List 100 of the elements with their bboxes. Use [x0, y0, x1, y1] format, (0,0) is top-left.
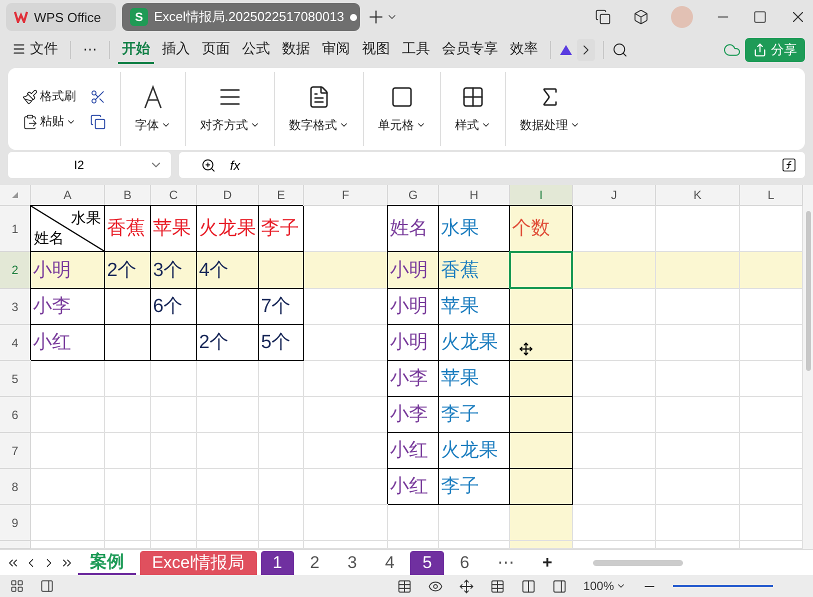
select-all-corner[interactable]	[0, 185, 31, 206]
ribbon-tab[interactable]: 视图	[358, 36, 394, 64]
window-icon[interactable]	[595, 9, 611, 25]
table-cell	[105, 433, 151, 469]
table-cell: 苹果	[151, 206, 197, 252]
maximize-icon[interactable]	[753, 10, 767, 24]
table-cell: 火龙果	[439, 325, 510, 361]
row-header[interactable]: 1	[0, 206, 31, 252]
table-cell	[151, 433, 197, 469]
ribbon-tab[interactable]: 页面	[198, 36, 234, 64]
add-sheet-button[interactable]: +	[530, 550, 564, 574]
ribbon-tab[interactable]: 开始	[118, 36, 154, 64]
row-header[interactable]: 9	[0, 505, 31, 541]
column-header[interactable]: C	[151, 185, 197, 206]
sheet-tab[interactable]: 6	[448, 550, 482, 574]
table-cell: 李子	[439, 469, 510, 505]
macro-icon[interactable]	[10, 579, 24, 593]
name-box[interactable]: I2	[8, 152, 171, 178]
sheet-tab[interactable]: 2	[298, 550, 332, 574]
column-header[interactable]: I	[510, 185, 573, 206]
table-cell	[197, 433, 259, 469]
column-header[interactable]: A	[31, 185, 105, 206]
cube-icon[interactable]	[633, 9, 649, 25]
table-cell: 水果	[439, 206, 510, 252]
cell-icon[interactable]	[390, 84, 414, 108]
sheet-tab[interactable]: Excel情报局	[140, 550, 257, 574]
page-view-icon[interactable]	[552, 578, 568, 594]
app-logo-icon[interactable]	[559, 44, 573, 56]
column-header[interactable]: G	[388, 185, 439, 206]
file-menu[interactable]: 文件	[8, 36, 62, 64]
search-icon[interactable]	[612, 42, 628, 58]
column-header[interactable]: H	[439, 185, 510, 206]
function-icon	[781, 157, 797, 173]
table-cell	[510, 505, 573, 541]
ribbon-tab[interactable]: 公式	[238, 36, 274, 64]
cell-button[interactable]: 单元格	[378, 116, 426, 134]
column-header[interactable]: F	[304, 185, 388, 206]
more-sheets-button[interactable]: ⋯	[485, 550, 526, 574]
data-processing-button[interactable]: 数据处理	[520, 116, 580, 134]
paste-button[interactable]: 粘贴	[22, 113, 76, 130]
column-header[interactable]: D	[197, 185, 259, 206]
move-icon[interactable]	[459, 578, 474, 594]
table-cell	[197, 469, 259, 505]
share-icon	[753, 43, 767, 57]
table-cell	[197, 505, 259, 541]
row-header[interactable]: 2	[0, 252, 31, 289]
document-tab[interactable]: S Excel情报局.2025022517080013	[122, 3, 360, 31]
column-header[interactable]: B	[105, 185, 151, 206]
format-painter-button[interactable]: 格式刷	[22, 88, 76, 105]
row-header[interactable]: 7	[0, 433, 31, 469]
font-icon[interactable]	[143, 84, 163, 108]
sheet-tab[interactable]: 4	[372, 550, 406, 574]
column-header[interactable]: J	[573, 185, 656, 206]
number-format-button[interactable]: 数字格式	[289, 116, 349, 134]
table-cell: 小明	[388, 289, 439, 325]
ribbon-tab[interactable]: 审阅	[318, 36, 354, 64]
column-header[interactable]: K	[656, 185, 740, 206]
normal-view-icon[interactable]	[490, 578, 506, 594]
column-header[interactable]: E	[259, 185, 304, 206]
sheet-tab[interactable]: 1	[260, 550, 294, 574]
more-menu[interactable]: ⋯	[79, 36, 101, 64]
share-button[interactable]: 分享	[745, 38, 805, 62]
ribbon-tab[interactable]: 工具	[398, 36, 434, 64]
table-cell: 香蕉	[105, 206, 151, 252]
panel-icon[interactable]	[40, 579, 54, 593]
copy-icon[interactable]	[90, 114, 106, 130]
sheet-tab[interactable]: 3	[336, 550, 369, 574]
table-settings-icon[interactable]	[397, 578, 412, 594]
table-cell: 苹果	[439, 289, 510, 325]
font-button[interactable]: 字体	[135, 116, 171, 134]
row-header[interactable]: 5	[0, 361, 31, 397]
table-cell	[105, 469, 151, 505]
zoom-level[interactable]: 100%	[583, 579, 626, 593]
split-view-icon[interactable]	[521, 578, 536, 594]
sheet-tab[interactable]: 5	[410, 550, 444, 574]
cloud-icon[interactable]	[723, 41, 741, 59]
table-cell: 火龙果	[197, 206, 259, 252]
column-header[interactable]: L	[740, 185, 803, 206]
home-tab[interactable]: WPS Office	[6, 3, 116, 31]
style-button[interactable]: 样式	[455, 116, 491, 134]
eye-icon[interactable]	[428, 578, 444, 594]
ribbon-tab[interactable]: 效率	[506, 36, 542, 64]
table-cell: 水果 姓名	[31, 206, 105, 252]
row-header[interactable]: 4	[0, 325, 31, 361]
ribbon-tab[interactable]: 数据	[278, 36, 314, 64]
row-header[interactable]: 3	[0, 289, 31, 325]
row-header[interactable]: 6	[0, 397, 31, 433]
cut-icon[interactable]	[90, 88, 106, 104]
ribbon-tab[interactable]: 插入	[158, 36, 194, 64]
horizontal-scrollbar[interactable]	[593, 560, 683, 566]
table-cell: 小红	[31, 325, 105, 361]
table-style-icon[interactable]	[461, 84, 485, 108]
table-cell: 李子	[259, 206, 304, 252]
table-cell	[105, 505, 151, 541]
table-cell: 小李	[388, 397, 439, 433]
ribbon-tab[interactable]: 会员专享	[438, 36, 502, 64]
row-header[interactable]: 8	[0, 469, 31, 505]
scrollbar-thumb[interactable]	[806, 211, 810, 371]
alignment-button[interactable]: 对齐方式	[200, 116, 260, 134]
formula-field[interactable]: fx	[179, 152, 805, 178]
